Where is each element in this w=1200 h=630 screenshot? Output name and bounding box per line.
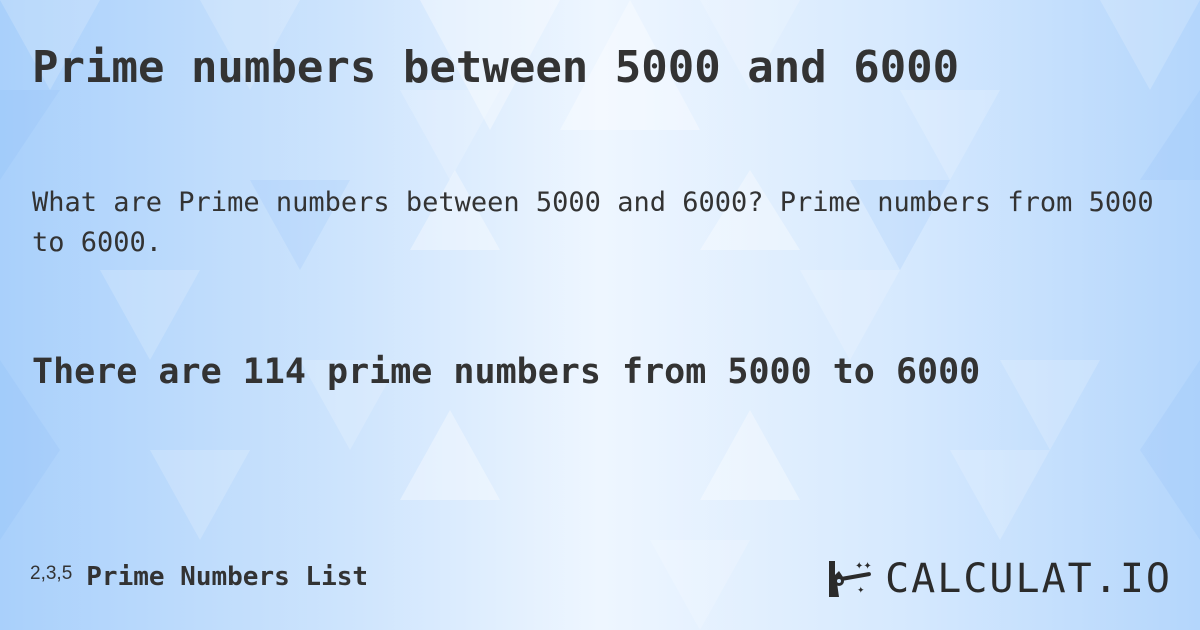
prime-numbers-list-link[interactable]: 2,3,5 Prime Numbers List — [30, 562, 368, 592]
content: Prime numbers between 5000 and 6000 What… — [0, 0, 1200, 630]
page-description: What are Prime numbers between 5000 and … — [32, 187, 1154, 258]
answer-text: There are 114 prime numbers from 5000 to… — [32, 352, 981, 392]
magic-wand-hand-icon: ✦✦ ✦ — [829, 561, 872, 597]
link-label[interactable]: Prime Numbers List — [86, 562, 368, 592]
svg-text:✦: ✦ — [857, 586, 865, 596]
calculat-logo[interactable]: ✦✦ ✦ CALCULAT.IO — [825, 556, 1172, 602]
page-title: Prime numbers between 5000 and 6000 — [32, 42, 960, 93]
link-prefix: 2,3,5 — [30, 563, 73, 584]
svg-text:✦✦: ✦✦ — [855, 561, 872, 572]
logo-text: CALCULAT.IO — [885, 556, 1172, 602]
